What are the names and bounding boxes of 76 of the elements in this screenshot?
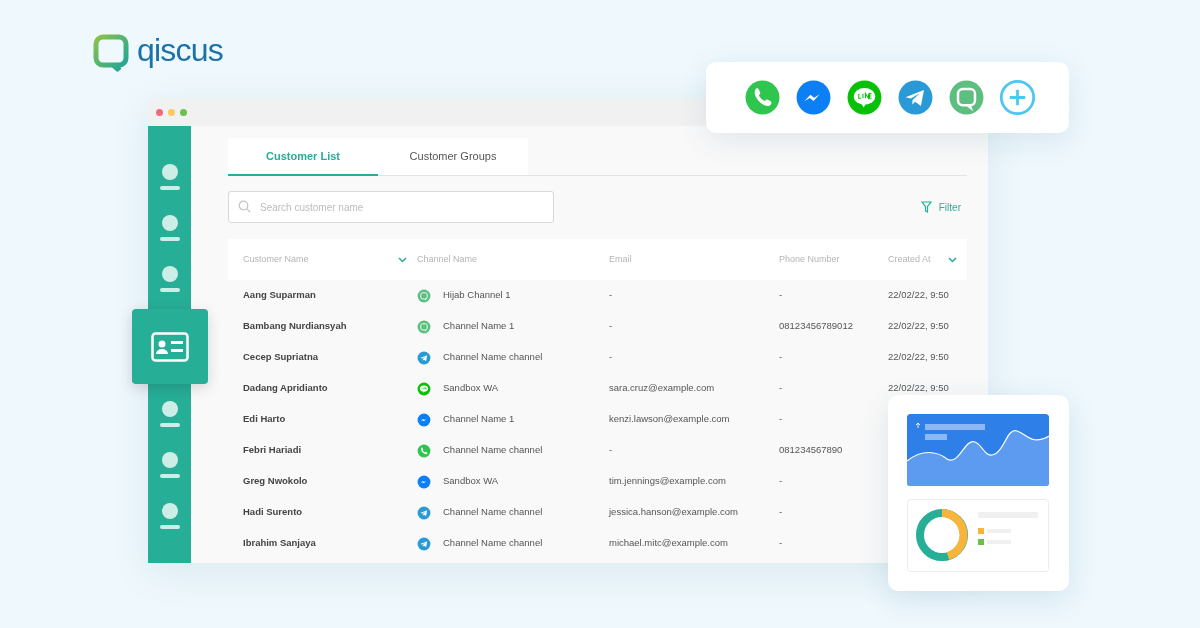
sidebar-item[interactable] [131, 309, 208, 384]
column-header[interactable]: Created At [888, 252, 931, 267]
table-cell-text: - [779, 474, 784, 489]
table-cell-text: Febri Hariadi [243, 443, 303, 458]
table-cell-text: - [779, 381, 784, 396]
paper-plane-icon [417, 350, 431, 365]
table-cell-text: sara.cruz@example.com [609, 381, 716, 396]
tab[interactable]: Customer Groups [378, 138, 528, 176]
table-cell-text: - [779, 536, 784, 551]
table-cell: Sandbox WA [443, 381, 499, 396]
table-cell-text: Cecep Supriatna [243, 350, 319, 365]
tab[interactable]: Customer List [228, 138, 378, 176]
chat-bubble-icon [417, 319, 431, 334]
table-cell-text: Bambang Nurdiansyah [243, 319, 348, 334]
column-header[interactable]: Email [609, 252, 632, 267]
whatsapp-icon [417, 443, 431, 458]
search-icon [238, 200, 251, 213]
id-card-icon [150, 331, 189, 362]
table-cell-text: - [779, 350, 784, 365]
logo-text: qiscus [137, 34, 223, 66]
sidebar-item[interactable] [159, 164, 180, 190]
paper-plane-icon [417, 536, 431, 551]
search-field[interactable]: Search customer name [228, 191, 554, 223]
filter-icon [920, 201, 932, 213]
filter-button[interactable]: Filter [920, 199, 961, 215]
table-cell-text: - [609, 350, 614, 365]
chat-bubble-icon [417, 288, 431, 303]
whatsapp-icon [744, 79, 781, 116]
table-cell-text: 08123456789012 [779, 319, 854, 334]
table-cell-text: - [609, 288, 614, 303]
chat-bubble-icon [948, 79, 985, 116]
table-cell-text: 081234567890 [779, 443, 844, 458]
table-cell-text: Hadi Surento [243, 505, 304, 520]
paper-plane-icon [417, 505, 431, 520]
table-cell-text: Edi Harto [243, 412, 287, 427]
table-cell: Sandbox WA [443, 474, 499, 489]
table-cell-text: 22/02/22, 9:50 [888, 288, 950, 303]
table-cell-text: 22/02/22, 9:50 [888, 350, 950, 365]
table-cell-text: 22/02/22, 9:50 [888, 319, 950, 334]
table-cell: Channel Name channel [443, 443, 543, 458]
table-cell-text: Dadang Apridianto [243, 381, 329, 396]
table-cell-text: jessica.hanson@example.com [609, 505, 739, 520]
table-cell-text: - [779, 412, 784, 427]
logo-icon [93, 34, 129, 72]
sidebar-item[interactable] [159, 266, 180, 292]
sidebar-item[interactable] [159, 215, 180, 241]
table-cell: Channel Name channel [443, 536, 543, 551]
table-cell-text: - [779, 288, 784, 303]
column-header[interactable]: Phone Number [779, 252, 840, 267]
table-cell: Channel Name channel [443, 350, 543, 365]
table-cell-text: Aang Suparman [243, 288, 317, 303]
table-cell-text: tim.jennings@example.com [609, 474, 727, 489]
chevron-down-icon[interactable] [398, 256, 407, 263]
messenger-icon [795, 79, 832, 116]
table-cell-text: 22/02/22, 9:50 [888, 381, 950, 396]
table-cell-text: Ibrahim Sanjaya [243, 536, 317, 551]
chevron-down-icon[interactable] [948, 256, 957, 263]
table-cell: Channel Name 1 [443, 319, 515, 334]
table-cell: Channel Name 1 [443, 412, 515, 427]
column-header[interactable]: Channel Name [417, 252, 478, 267]
sidebar-item[interactable] [159, 452, 180, 478]
paper-plane-icon [897, 79, 934, 116]
column-header[interactable]: Customer Name [243, 252, 309, 267]
table-cell: Channel Name channel [443, 505, 543, 520]
table-cell-text: - [609, 443, 614, 458]
table-cell-text: kenzi.lawson@example.com [609, 412, 731, 427]
table-cell: Hijab Channel 1 [443, 288, 511, 303]
table-cell-text: - [609, 319, 614, 334]
table-cell-text: Greg Nwokolo [243, 474, 309, 489]
add-icon[interactable] [999, 79, 1036, 116]
messenger-icon [417, 474, 431, 489]
sidebar-item[interactable] [159, 503, 180, 529]
table-cell-text: - [779, 505, 784, 520]
table-cell-text: michael.mitc@example.com [609, 536, 729, 551]
sidebar-item[interactable] [159, 401, 180, 427]
messenger-icon [417, 412, 431, 427]
